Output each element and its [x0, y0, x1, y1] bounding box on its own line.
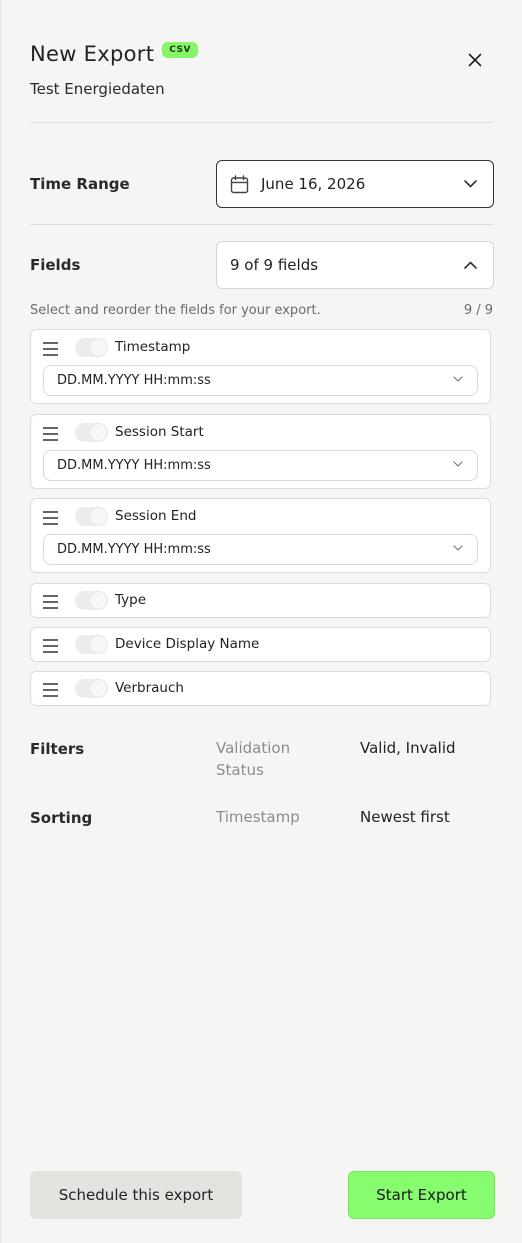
field-card-timestamp: Timestamp DD.MM.YYYY HH:mm:ss [30, 329, 491, 404]
fields-select-value: 9 of 9 fields [230, 256, 319, 274]
time-range-value: June 16, 2026 [261, 175, 366, 193]
filters-label: Filters [30, 740, 85, 758]
format-value: DD.MM.YYYY HH:mm:ss [57, 458, 211, 473]
field-toggle[interactable] [75, 423, 108, 442]
field-name: Timestamp [115, 339, 191, 355]
format-select[interactable]: DD.MM.YYYY HH:mm:ss [43, 365, 478, 396]
field-card-session-start: Session Start DD.MM.YYYY HH:mm:ss [30, 414, 491, 489]
filter-key: Validation Status [216, 739, 291, 779]
drag-handle-icon[interactable] [43, 511, 58, 529]
chevron-down-icon [453, 461, 463, 467]
sorting-key: Timestamp [216, 808, 300, 826]
drag-handle-icon[interactable] [43, 639, 58, 657]
filter-value: Valid, Invalid [360, 739, 456, 757]
field-toggle[interactable] [75, 338, 108, 357]
field-name: Verbrauch [115, 680, 184, 696]
field-toggle[interactable] [75, 591, 108, 610]
drag-handle-icon[interactable] [43, 342, 58, 360]
field-card-session-end: Session End DD.MM.YYYY HH:mm:ss [30, 498, 491, 573]
format-select[interactable]: DD.MM.YYYY HH:mm:ss [43, 534, 478, 565]
time-range-label: Time Range [30, 175, 130, 193]
fields-label: Fields [30, 256, 81, 274]
field-toggle[interactable] [75, 679, 108, 698]
sorting-label: Sorting [30, 809, 93, 827]
chevron-down-icon [453, 545, 463, 551]
divider [30, 122, 493, 123]
drag-handle-icon[interactable] [43, 595, 58, 613]
close-button[interactable] [461, 48, 489, 72]
calendar-icon [230, 175, 249, 194]
chevron-down-icon [464, 180, 477, 188]
format-value: DD.MM.YYYY HH:mm:ss [57, 373, 211, 388]
fields-hint: Select and reorder the fields for your e… [30, 303, 321, 318]
new-export-panel: New Export CSV Test Energiedaten Time Ra… [1, 0, 522, 1243]
field-toggle[interactable] [75, 635, 108, 654]
time-range-select[interactable]: June 16, 2026 [216, 160, 494, 208]
close-icon [468, 53, 482, 67]
format-badge: CSV [162, 42, 198, 58]
fields-count: 9 / 9 [463, 303, 493, 318]
chevron-down-icon [453, 376, 463, 382]
dataset-name: Test Energiedaten [30, 80, 165, 98]
page-title: New Export [30, 42, 155, 66]
format-select[interactable]: DD.MM.YYYY HH:mm:ss [43, 450, 478, 481]
schedule-export-button[interactable]: Schedule this export [30, 1171, 242, 1219]
field-card-type: Type [30, 583, 491, 618]
chevron-up-icon [464, 261, 477, 269]
field-name: Type [115, 592, 147, 608]
format-value: DD.MM.YYYY HH:mm:ss [57, 542, 211, 557]
start-export-button[interactable]: Start Export [348, 1171, 495, 1219]
field-name: Session End [115, 508, 197, 524]
header: New Export CSV [30, 42, 198, 66]
field-name: Session Start [115, 424, 204, 440]
field-card-verbrauch: Verbrauch [30, 671, 491, 706]
drag-handle-icon[interactable] [43, 683, 58, 701]
drag-handle-icon[interactable] [43, 427, 58, 445]
fields-select[interactable]: 9 of 9 fields [216, 241, 494, 289]
field-card-device-display-name: Device Display Name [30, 627, 491, 662]
divider [30, 224, 493, 225]
field-name: Device Display Name [115, 636, 260, 652]
field-toggle[interactable] [75, 507, 108, 526]
sorting-value: Newest first [360, 808, 450, 826]
